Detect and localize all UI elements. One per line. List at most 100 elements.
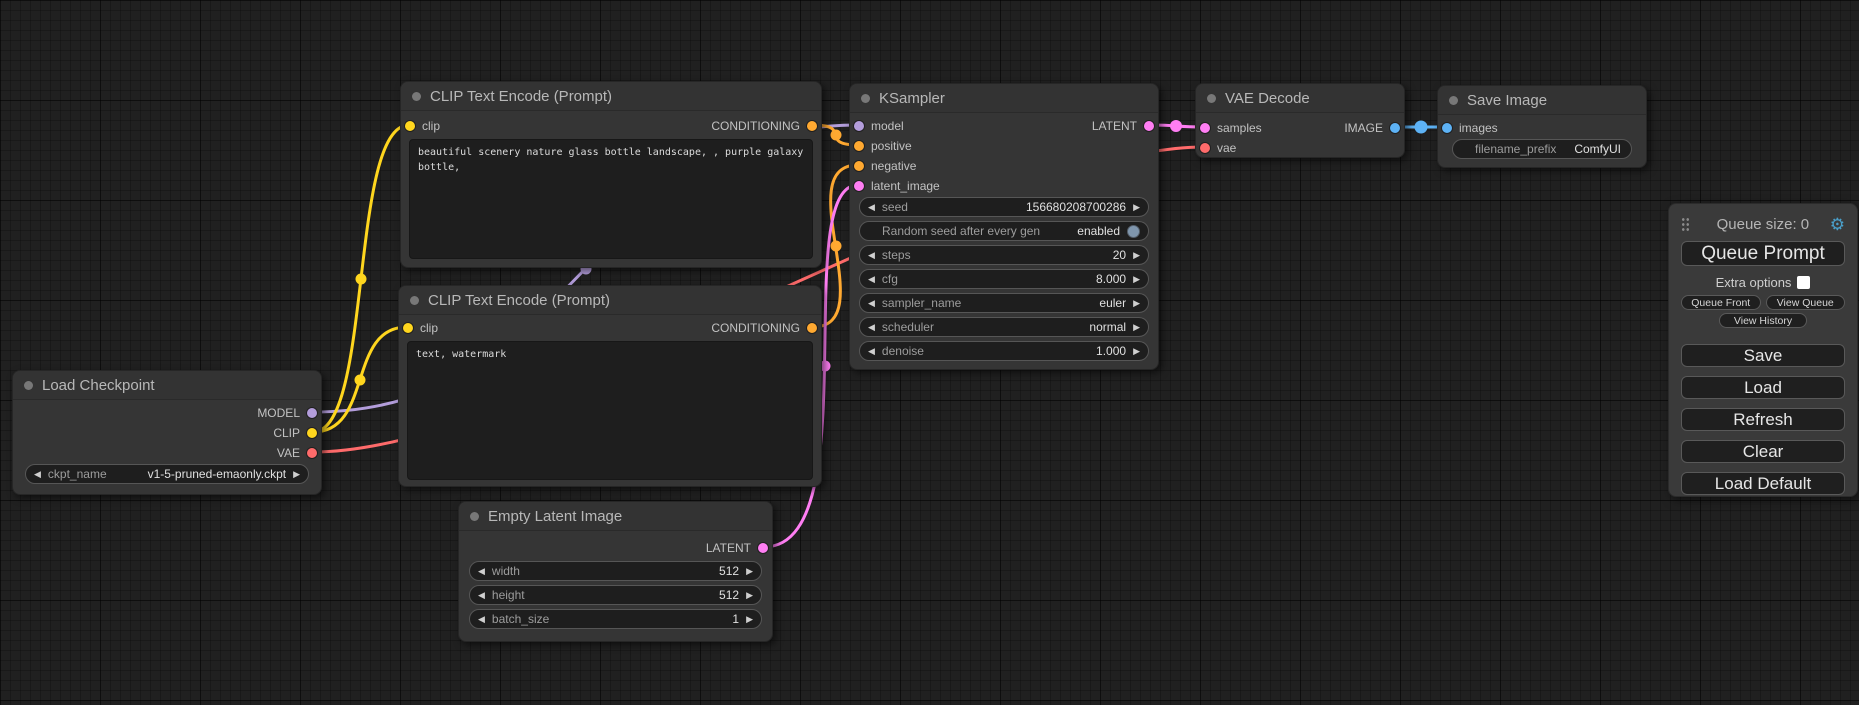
- extra-options-checkbox[interactable]: [1797, 276, 1810, 289]
- node-empty-latent-image[interactable]: Empty Latent Image LATENT ◀ width 512 ▶ …: [458, 501, 773, 642]
- wire-midpoint-dot: [831, 130, 842, 141]
- port-label: clip: [420, 321, 438, 335]
- node-title-bar[interactable]: CLIP Text Encode (Prompt): [399, 286, 821, 315]
- random-seed-toggle-widget[interactable]: Random seed after every gen enabled: [859, 221, 1149, 241]
- view-queue-button[interactable]: View Queue: [1766, 295, 1846, 310]
- steps-widget[interactable]: ◀ steps 20 ▶: [859, 245, 1149, 265]
- widget-label: Random seed after every gen: [882, 224, 1040, 238]
- node-clip-text-encode-negative[interactable]: CLIP Text Encode (Prompt) clip CONDITION…: [398, 285, 822, 487]
- prompt-text-area[interactable]: text, watermark: [407, 341, 813, 480]
- prompt-text-area[interactable]: beautiful scenery nature glass bottle la…: [409, 139, 813, 259]
- node-title-bar[interactable]: VAE Decode: [1196, 84, 1404, 113]
- collapse-dot-icon[interactable]: [1207, 94, 1216, 103]
- node-load-checkpoint[interactable]: Load Checkpoint MODEL CLIP VAE ◀ ckpt_na…: [12, 370, 322, 495]
- increment-arrow-icon[interactable]: ▶: [293, 470, 300, 479]
- sampler-name-widget[interactable]: ◀ sampler_name euler ▶: [859, 293, 1149, 313]
- load-button[interactable]: Load: [1681, 376, 1845, 399]
- collapse-dot-icon[interactable]: [470, 512, 479, 521]
- decrement-arrow-icon[interactable]: ◀: [478, 615, 485, 624]
- widget-label: seed: [882, 200, 908, 214]
- port-label: samples: [1217, 121, 1262, 135]
- latent-port-icon[interactable]: [758, 543, 768, 553]
- save-button[interactable]: Save: [1681, 344, 1845, 367]
- increment-arrow-icon[interactable]: ▶: [1133, 323, 1140, 332]
- decrement-arrow-icon[interactable]: ◀: [868, 275, 875, 284]
- refresh-button[interactable]: Refresh: [1681, 408, 1845, 431]
- load-default-button[interactable]: Load Default: [1681, 472, 1845, 495]
- clip-port-icon[interactable]: [405, 121, 415, 131]
- port-label: LATENT: [706, 541, 751, 555]
- width-widget[interactable]: ◀ width 512 ▶: [469, 561, 762, 581]
- decrement-arrow-icon[interactable]: ◀: [34, 470, 41, 479]
- model-port-icon[interactable]: [307, 408, 317, 418]
- node-title-bar[interactable]: Save Image: [1438, 86, 1646, 115]
- conditioning-port-icon[interactable]: [854, 141, 864, 151]
- increment-arrow-icon[interactable]: ▶: [1133, 275, 1140, 284]
- decrement-arrow-icon[interactable]: ◀: [868, 299, 875, 308]
- filename-prefix-widget[interactable]: filename_prefix ComfyUI: [1452, 139, 1632, 159]
- conditioning-port-icon[interactable]: [807, 323, 817, 333]
- clip-port-icon[interactable]: [403, 323, 413, 333]
- node-save-image[interactable]: Save Image images filename_prefix ComfyU…: [1437, 85, 1647, 168]
- clip-port-icon[interactable]: [307, 428, 317, 438]
- collapse-dot-icon[interactable]: [412, 92, 421, 101]
- widget-label: steps: [882, 248, 911, 262]
- node-graph-canvas[interactable]: Load Checkpoint MODEL CLIP VAE ◀ ckpt_na…: [0, 0, 1859, 705]
- node-ksampler[interactable]: KSampler model positive negative latent_…: [849, 83, 1159, 370]
- conditioning-port-icon[interactable]: [854, 161, 864, 171]
- collapse-dot-icon[interactable]: [861, 94, 870, 103]
- clear-button[interactable]: Clear: [1681, 440, 1845, 463]
- denoise-widget[interactable]: ◀ denoise 1.000 ▶: [859, 341, 1149, 361]
- port-label: vae: [1217, 141, 1236, 155]
- latent-port-icon[interactable]: [854, 181, 864, 191]
- node-title-bar[interactable]: CLIP Text Encode (Prompt): [401, 82, 821, 111]
- latent-port-icon[interactable]: [1144, 121, 1154, 131]
- toggle-circle-icon[interactable]: [1127, 225, 1140, 238]
- batch-size-widget[interactable]: ◀ batch_size 1 ▶: [469, 609, 762, 629]
- increment-arrow-icon[interactable]: ▶: [1133, 251, 1140, 260]
- latent-port-icon[interactable]: [1200, 123, 1210, 133]
- seed-widget[interactable]: ◀ seed 156680208700286 ▶: [859, 197, 1149, 217]
- collapse-dot-icon[interactable]: [410, 296, 419, 305]
- node-vae-decode[interactable]: VAE Decode samples vae IMAGE: [1195, 83, 1405, 158]
- ckpt-name-widget[interactable]: ◀ ckpt_name v1-5-pruned-emaonly.ckpt ▶: [25, 464, 309, 484]
- node-clip-text-encode-positive[interactable]: CLIP Text Encode (Prompt) clip CONDITION…: [400, 81, 822, 268]
- conditioning-port-icon[interactable]: [807, 121, 817, 131]
- model-port-icon[interactable]: [854, 121, 864, 131]
- widget-label: scheduler: [882, 320, 934, 334]
- vae-port-icon[interactable]: [1200, 143, 1210, 153]
- drag-handle-icon[interactable]: [1681, 217, 1690, 232]
- increment-arrow-icon[interactable]: ▶: [1133, 203, 1140, 212]
- widget-value: 8.000: [1096, 272, 1133, 286]
- node-title-bar[interactable]: KSampler: [850, 84, 1158, 113]
- view-history-button[interactable]: View History: [1719, 313, 1807, 328]
- collapse-dot-icon[interactable]: [24, 381, 33, 390]
- increment-arrow-icon[interactable]: ▶: [746, 591, 753, 600]
- decrement-arrow-icon[interactable]: ◀: [868, 323, 875, 332]
- increment-arrow-icon[interactable]: ▶: [746, 615, 753, 624]
- image-port-icon[interactable]: [1390, 123, 1400, 133]
- extra-options-row: Extra options: [1681, 272, 1845, 292]
- settings-gear-icon[interactable]: ⚙: [1830, 216, 1845, 233]
- image-port-icon[interactable]: [1442, 123, 1452, 133]
- port-label: CONDITIONING: [711, 119, 800, 133]
- increment-arrow-icon[interactable]: ▶: [1133, 299, 1140, 308]
- queue-prompt-button[interactable]: Queue Prompt: [1681, 241, 1845, 266]
- decrement-arrow-icon[interactable]: ◀: [478, 567, 485, 576]
- increment-arrow-icon[interactable]: ▶: [1133, 347, 1140, 356]
- node-title: Save Image: [1467, 92, 1547, 109]
- vae-port-icon[interactable]: [307, 448, 317, 458]
- queue-front-button[interactable]: Queue Front: [1681, 295, 1761, 310]
- increment-arrow-icon[interactable]: ▶: [746, 567, 753, 576]
- node-title-bar[interactable]: Empty Latent Image: [459, 502, 772, 531]
- decrement-arrow-icon[interactable]: ◀: [868, 203, 875, 212]
- node-title-bar[interactable]: Load Checkpoint: [13, 371, 321, 400]
- widget-label: height: [492, 588, 525, 602]
- cfg-widget[interactable]: ◀ cfg 8.000 ▶: [859, 269, 1149, 289]
- decrement-arrow-icon[interactable]: ◀: [868, 347, 875, 356]
- collapse-dot-icon[interactable]: [1449, 96, 1458, 105]
- height-widget[interactable]: ◀ height 512 ▶: [469, 585, 762, 605]
- scheduler-widget[interactable]: ◀ scheduler normal ▶: [859, 317, 1149, 337]
- decrement-arrow-icon[interactable]: ◀: [868, 251, 875, 260]
- decrement-arrow-icon[interactable]: ◀: [478, 591, 485, 600]
